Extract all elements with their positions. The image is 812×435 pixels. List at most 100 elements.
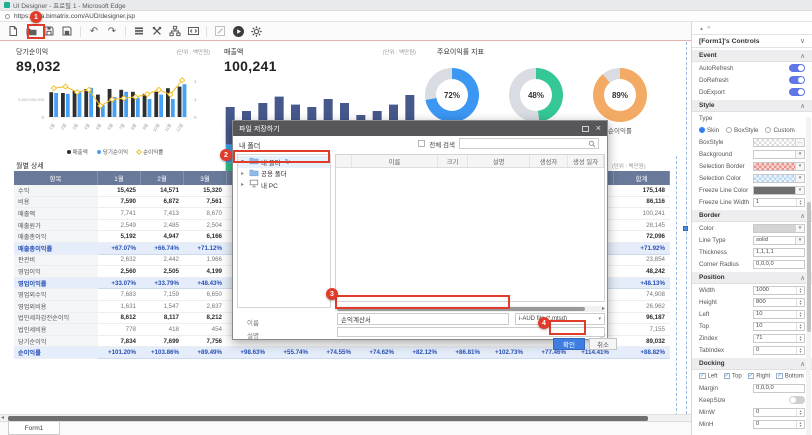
confirm-button[interactable]: 확인 xyxy=(553,338,585,350)
radio-icon[interactable] xyxy=(765,127,771,133)
color-swatch[interactable] xyxy=(754,225,795,232)
prop-control[interactable]: 10▴▾ xyxy=(753,322,805,331)
section-docking[interactable]: Docking∧ xyxy=(692,358,812,370)
settings-icon[interactable] xyxy=(248,24,264,39)
chevron-collapsed-icon[interactable]: ▸ xyxy=(241,170,247,177)
prop-control[interactable]: 10▴▾ xyxy=(753,310,805,319)
dock-check-right[interactable]: ✓Right xyxy=(748,373,771,380)
prop-control[interactable]: 0▴▾ xyxy=(753,346,805,355)
panel-scrollbar[interactable] xyxy=(806,117,811,435)
section-position[interactable]: Position∧ xyxy=(692,272,812,284)
prop-control[interactable]: ▾ xyxy=(753,162,805,171)
pin-icon[interactable]: ▴ xyxy=(700,25,703,32)
tools-icon[interactable] xyxy=(149,24,165,39)
search-icon[interactable] xyxy=(588,140,596,148)
chevron-down-icon[interactable]: ▾ xyxy=(795,175,804,182)
dock-check-top[interactable]: ✓Top xyxy=(724,373,742,380)
toggle-on[interactable] xyxy=(789,88,805,96)
more-button[interactable]: ... xyxy=(795,139,804,146)
chevron-down-icon[interactable]: ▾ xyxy=(795,187,804,194)
chevron-down-icon[interactable]: ▾ xyxy=(795,237,804,244)
prop-control[interactable]: ▾ xyxy=(753,174,805,183)
prop-control[interactable]: 0▴▾ xyxy=(753,408,805,417)
run-icon[interactable] xyxy=(230,24,246,39)
radio-boxstyle[interactable]: BoxStyle xyxy=(726,127,758,134)
chevron-down-icon[interactable]: ▾ xyxy=(795,225,804,232)
color-swatch[interactable] xyxy=(754,151,795,158)
prop-control[interactable]: 1000▴▾ xyxy=(753,286,805,295)
radio-skin[interactable]: Skin xyxy=(699,127,719,134)
checkbox-icon[interactable]: ✓ xyxy=(748,373,755,380)
spinner-icons[interactable]: ▴▾ xyxy=(796,287,804,294)
section-border[interactable]: Border∧ xyxy=(692,210,812,222)
prop-control[interactable]: solid▾ xyxy=(753,236,805,245)
prop-control[interactable]: 1▴▾ xyxy=(753,198,805,207)
search-all-checkbox[interactable] xyxy=(418,140,425,147)
script-editor-icon[interactable] xyxy=(185,24,201,39)
dock-check-left[interactable]: ✓Left xyxy=(699,373,718,380)
horizontal-scrollbar[interactable]: ◂ xyxy=(0,414,691,421)
color-swatch[interactable] xyxy=(754,139,795,146)
spinner-icons[interactable]: ▴▾ xyxy=(796,311,804,318)
spinner-icons[interactable]: ▴▾ xyxy=(796,347,804,354)
prop-control[interactable]: ▾ xyxy=(753,150,805,159)
close-icon[interactable]: × xyxy=(596,124,601,133)
panel-header[interactable]: [Form1]'s Controls ∨ xyxy=(692,34,812,48)
prop-control[interactable]: 0,0,0,0 xyxy=(753,260,805,269)
radio-icon[interactable] xyxy=(726,127,732,133)
section-event[interactable]: Event∧ xyxy=(692,50,812,62)
prop-control[interactable]: ▾ xyxy=(753,224,805,233)
spinner-icons[interactable]: ▴▾ xyxy=(796,299,804,306)
prop-control[interactable]: 0,0,0,0 xyxy=(753,384,805,393)
file-list-header-생성자[interactable]: 생성자 xyxy=(530,155,568,167)
dock-check-bottom[interactable]: ✓Bottom xyxy=(776,373,804,380)
prop-control[interactable]: 71▴▾ xyxy=(753,334,805,343)
spinner-icons[interactable]: ▴▾ xyxy=(796,421,804,428)
toggle-on[interactable] xyxy=(789,76,805,84)
cancel-button[interactable]: 취소 xyxy=(589,338,617,350)
file-list-header-설명[interactable]: 설명 xyxy=(468,155,530,167)
spinner-icons[interactable]: ▴▾ xyxy=(796,409,804,416)
tree-item-내 PC[interactable]: ▸내 PC xyxy=(238,179,330,191)
section-style[interactable]: Style∧ xyxy=(692,100,812,112)
dialog-titlebar[interactable]: 파일 저장하기 × xyxy=(233,121,607,136)
tree-item-공용 폴더[interactable]: ▸공용 폴더 xyxy=(238,168,330,180)
spinner-icons[interactable]: ▴▾ xyxy=(796,335,804,342)
file-list-header-생성 일자[interactable]: 생성 일자 xyxy=(568,155,604,167)
new-file-icon[interactable] xyxy=(5,24,21,39)
selection-handle[interactable] xyxy=(683,226,688,231)
chevron-down-icon[interactable]: ▾ xyxy=(795,151,804,158)
spinner-icons[interactable]: ▴▾ xyxy=(796,323,804,330)
expand-icon[interactable]: » xyxy=(707,25,710,31)
prop-control[interactable]: 0▴▾ xyxy=(753,420,805,429)
radio-custom[interactable]: Custom xyxy=(765,127,794,134)
file-list[interactable]: 이름크기설명생성자생성 일자 xyxy=(335,154,605,302)
prop-control[interactable]: ▾ xyxy=(753,186,805,195)
undo-icon[interactable]: ↶ xyxy=(86,24,102,39)
save-as-icon[interactable] xyxy=(59,24,75,39)
checkbox-icon[interactable]: ✓ xyxy=(699,373,706,380)
color-swatch[interactable] xyxy=(754,163,795,170)
url-bar[interactable]: https://epa.bimatrix.com/AUD/designer.js… xyxy=(0,11,812,22)
chevron-collapsed-icon[interactable]: ▸ xyxy=(241,181,247,188)
chevron-down-icon[interactable]: ▾ xyxy=(795,163,804,170)
color-swatch[interactable] xyxy=(754,175,795,182)
prop-control[interactable]: 1,1,1,1 xyxy=(753,248,805,257)
toggle-off[interactable] xyxy=(789,396,805,404)
file-name-input[interactable]: 손익계산서 xyxy=(337,313,509,325)
hierarchy-icon[interactable] xyxy=(167,24,183,39)
search-input[interactable] xyxy=(459,138,599,149)
prop-control[interactable]: 800▴▾ xyxy=(753,298,805,307)
checkbox-icon[interactable]: ✓ xyxy=(724,373,731,380)
data-source-icon[interactable] xyxy=(131,24,147,39)
maximize-icon[interactable] xyxy=(582,126,589,132)
file-list-header-크기[interactable]: 크기 xyxy=(438,155,468,167)
prop-control[interactable]: ... xyxy=(753,138,805,147)
redo-icon[interactable]: ↷ xyxy=(104,24,120,39)
spinner-icons[interactable]: ▴▾ xyxy=(796,199,804,206)
file-list-header-이름[interactable]: 이름 xyxy=(352,155,438,167)
radio-icon[interactable] xyxy=(699,127,705,133)
toggle-on[interactable] xyxy=(789,64,805,72)
tab-form1[interactable]: Form1 xyxy=(8,422,60,435)
checkbox-icon[interactable]: ✓ xyxy=(776,373,783,380)
